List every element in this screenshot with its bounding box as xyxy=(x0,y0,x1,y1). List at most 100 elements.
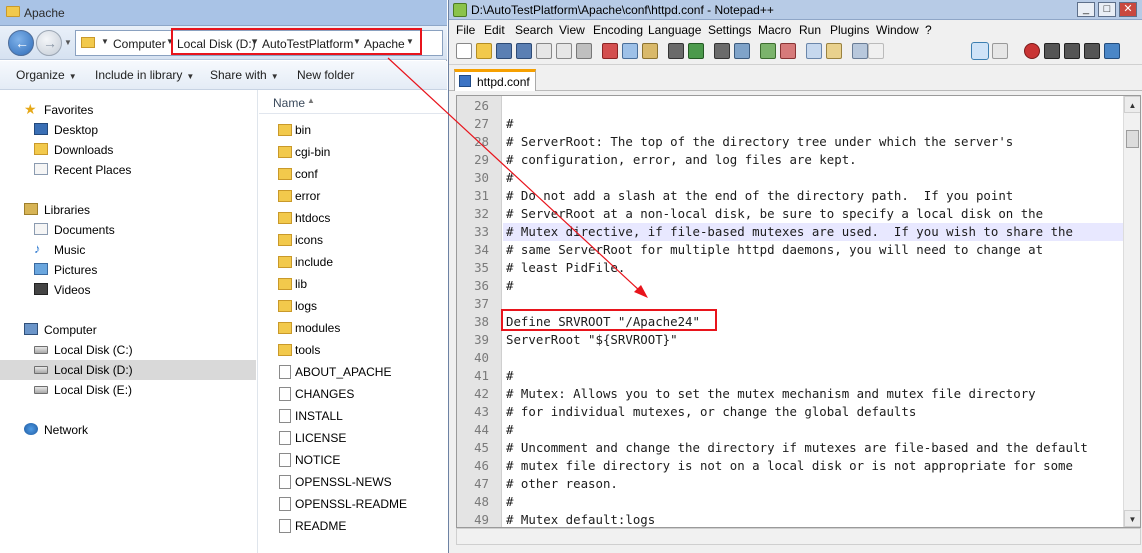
menu-item[interactable]: Edit xyxy=(484,23,505,37)
save-all-icon[interactable] xyxy=(516,43,532,59)
code-line[interactable]: # xyxy=(506,493,513,511)
replace-icon[interactable] xyxy=(734,43,750,59)
sync-vertical-icon[interactable] xyxy=(806,43,822,59)
file-row[interactable]: htdocs xyxy=(259,207,447,229)
close-button[interactable]: ✕ xyxy=(1119,2,1137,17)
file-row[interactable]: ABOUT_APACHE xyxy=(259,361,447,383)
code-line[interactable]: # other reason. xyxy=(506,475,618,493)
file-row[interactable]: INSTALL xyxy=(259,405,447,427)
back-button[interactable]: ← xyxy=(8,30,34,56)
menu-item[interactable]: Encoding xyxy=(593,23,643,37)
code-line[interactable]: # ServerRoot at a non-local disk, be sur… xyxy=(506,205,1043,223)
code-line[interactable]: # Do not add a slash at the end of the d… xyxy=(506,187,1013,205)
code-line[interactable]: # least PidFile. xyxy=(506,259,625,277)
file-row[interactable]: tools xyxy=(259,339,447,361)
editor[interactable]: 26 27 28 29 30 31 32 33 34 35 36 37 38 39 40 41 42 43 44 45… xyxy=(456,95,1141,528)
code-line[interactable]: # ServerRoot: The top of the directory t… xyxy=(506,133,1013,151)
sync-horizontal-icon[interactable] xyxy=(826,43,842,59)
menu-item[interactable]: Settings xyxy=(708,23,751,37)
file-row[interactable]: LICENSE xyxy=(259,427,447,449)
zoom-in-icon[interactable] xyxy=(760,43,776,59)
file-row[interactable]: README xyxy=(259,515,447,537)
file-row[interactable]: NOTICE xyxy=(259,449,447,471)
horizontal-scrollbar[interactable] xyxy=(456,528,1141,545)
breadcrumb-autotestplatform[interactable]: AutoTestPlatform xyxy=(262,37,353,51)
code-line[interactable]: # xyxy=(506,421,513,439)
undo-icon[interactable] xyxy=(668,43,684,59)
file-row[interactable]: error xyxy=(259,185,447,207)
play-macro-icon[interactable] xyxy=(1064,43,1080,59)
nav-libraries[interactable]: Libraries xyxy=(0,200,256,220)
scroll-thumb[interactable] xyxy=(1126,130,1139,148)
code-line[interactable]: # xyxy=(506,277,513,295)
file-row[interactable]: OPENSSL-README xyxy=(259,493,447,515)
organize-button[interactable]: Organize ▼ xyxy=(16,68,77,82)
address-bar[interactable]: ▼ Computer ▼ Local Disk (D:) ▼ AutoTestP… xyxy=(75,30,443,56)
code-line[interactable]: ServerRoot "${SRVROOT}" xyxy=(506,331,678,349)
menu-item[interactable]: Search xyxy=(515,23,553,37)
file-row[interactable]: OPENSSL-NEWS xyxy=(259,471,447,493)
copy-icon[interactable] xyxy=(622,43,638,59)
share-with-button[interactable]: Share with ▼ xyxy=(210,68,279,82)
forward-button[interactable]: → xyxy=(36,30,62,56)
file-row[interactable]: include xyxy=(259,251,447,273)
code-area[interactable]: # # ServerRoot: The top of the directory … xyxy=(503,96,1123,527)
code-line[interactable]: # xyxy=(506,115,513,133)
nav-pictures[interactable]: Pictures xyxy=(0,260,256,280)
menu-item[interactable]: View xyxy=(559,23,585,37)
save-macro-icon[interactable] xyxy=(1104,43,1120,59)
nav-documents[interactable]: Documents xyxy=(0,220,256,240)
file-row[interactable]: logs xyxy=(259,295,447,317)
maximize-button[interactable]: □ xyxy=(1098,2,1116,17)
user-language-icon[interactable] xyxy=(992,43,1008,59)
close-all-icon[interactable] xyxy=(556,43,572,59)
nav-favorites[interactable]: ★ Favorites xyxy=(0,100,256,120)
stop-macro-icon[interactable] xyxy=(1044,43,1060,59)
include-in-library-button[interactable]: Include in library ▼ xyxy=(95,68,194,82)
breadcrumb-computer[interactable]: Computer xyxy=(113,37,166,51)
chevron-down-icon[interactable]: ▼ xyxy=(406,37,414,46)
nav-local-disk-c[interactable]: Local Disk (C:) xyxy=(0,340,256,360)
file-row[interactable]: CHANGES xyxy=(259,383,447,405)
new-file-icon[interactable] xyxy=(456,43,472,59)
nav-computer[interactable]: Computer xyxy=(0,320,256,340)
code-line[interactable]: # Uncomment and change the directory if … xyxy=(506,439,1088,457)
menu-item[interactable]: Language xyxy=(648,23,701,37)
run-macro-multiple-icon[interactable] xyxy=(1084,43,1100,59)
minimize-button[interactable]: _ xyxy=(1077,2,1095,17)
new-folder-button[interactable]: New folder xyxy=(297,68,354,82)
zoom-out-icon[interactable] xyxy=(780,43,796,59)
menu-item[interactable]: Run xyxy=(799,23,821,37)
menu-item[interactable]: ? xyxy=(925,23,932,37)
word-wrap-icon[interactable] xyxy=(852,43,868,59)
menu-item[interactable]: File xyxy=(456,23,475,37)
show-all-chars-icon[interactable] xyxy=(868,43,884,59)
open-file-icon[interactable] xyxy=(476,43,492,59)
scroll-down-icon[interactable]: ▼ xyxy=(1124,510,1140,527)
cut-icon[interactable] xyxy=(602,43,618,59)
nav-recent-places[interactable]: Recent Places xyxy=(0,160,256,180)
nav-local-disk-d[interactable]: Local Disk (D:) xyxy=(0,360,256,380)
find-icon[interactable] xyxy=(714,43,730,59)
code-line[interactable]: # configuration, error, and log files ar… xyxy=(506,151,857,169)
breadcrumb-local-disk-d[interactable]: Local Disk (D:) xyxy=(177,37,256,51)
nav-network[interactable]: Network xyxy=(0,420,256,440)
indent-guide-icon[interactable] xyxy=(971,42,989,60)
breadcrumb-separator-icon[interactable]: ▼ xyxy=(166,37,174,46)
save-icon[interactable] xyxy=(496,43,512,59)
menu-item[interactable]: Macro xyxy=(758,23,791,37)
breadcrumb-separator-icon[interactable]: ▼ xyxy=(251,37,259,46)
breadcrumb-separator-icon[interactable]: ▼ xyxy=(353,37,361,46)
paste-icon[interactable] xyxy=(642,43,658,59)
redo-icon[interactable] xyxy=(688,43,704,59)
tab-httpd-conf[interactable]: httpd.conf xyxy=(454,69,536,91)
breadcrumb-apache[interactable]: Apache xyxy=(364,37,405,51)
nav-local-disk-e[interactable]: Local Disk (E:) xyxy=(0,380,256,400)
scroll-up-icon[interactable]: ▲ xyxy=(1124,96,1140,113)
code-line[interactable]: # same ServerRoot for multiple httpd dae… xyxy=(506,241,1043,259)
file-row[interactable]: conf xyxy=(259,163,447,185)
file-row[interactable]: lib xyxy=(259,273,447,295)
file-row[interactable]: modules xyxy=(259,317,447,339)
nav-music[interactable]: ♪ Music xyxy=(0,240,256,260)
chevron-down-icon[interactable]: ▼ xyxy=(101,37,109,46)
